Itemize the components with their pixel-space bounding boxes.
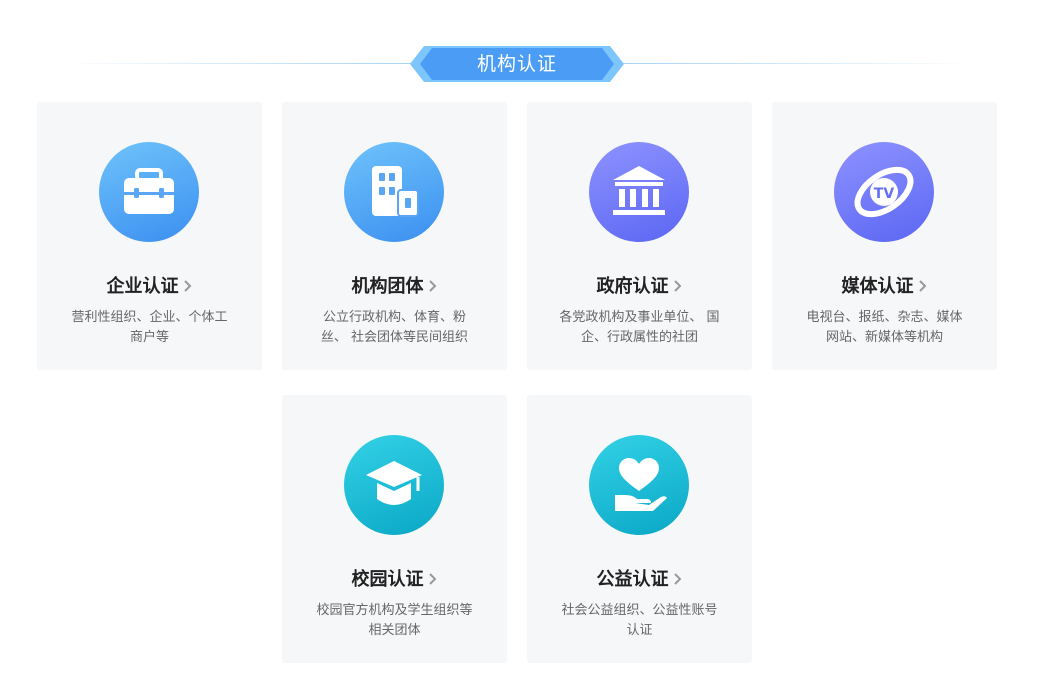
- government-icon-circle: [589, 142, 689, 242]
- graduation-cap-icon: [366, 461, 422, 505]
- card-title: 政府认证: [596, 276, 669, 297]
- card-title-row: 企业认证: [37, 272, 262, 298]
- card-title-row: 校园认证: [282, 565, 507, 591]
- chevron-right-icon: [673, 277, 683, 298]
- card-title: 公益认证: [596, 569, 669, 590]
- svg-text:TV: TV: [874, 186, 895, 202]
- card-enterprise[interactable]: 企业认证 营利性组织、企业、个体工商户等: [37, 102, 262, 370]
- tv-icon: TV: [854, 166, 914, 218]
- briefcase-icon: [124, 168, 174, 214]
- card-media[interactable]: TV 媒体认证 电视台、报纸、杂志、媒体 网站、新媒体等机构: [772, 102, 997, 370]
- header-right-rule: [622, 63, 972, 64]
- card-title: 机构团体: [351, 276, 424, 297]
- chevron-right-icon: [428, 277, 438, 298]
- card-description: 公立行政机构、体育、粉丝、 社会团体等民间组织: [320, 310, 469, 345]
- card-campus[interactable]: 校园认证 校园官方机构及学生组织等 相关团体: [282, 395, 507, 663]
- card-title-row: 媒体认证: [772, 272, 997, 298]
- certification-page: 机构认证 企业认证 营利性组织、企业、个体工商户等 机构团体 公立行政机构、体育…: [0, 0, 1049, 698]
- enterprise-icon-circle: [99, 142, 199, 242]
- card-title: 媒体认证: [841, 276, 914, 297]
- card-description: 社会公益组织、公益性账号认证: [561, 603, 718, 638]
- charity-icon-circle: [589, 435, 689, 535]
- card-description: 电视台、报纸、杂志、媒体 网站、新媒体等机构: [806, 310, 963, 345]
- card-description: 校园官方机构及学生组织等 相关团体: [316, 603, 473, 638]
- card-charity[interactable]: 公益认证 社会公益组织、公益性账号认证: [527, 395, 752, 663]
- card-organization[interactable]: 机构团体 公立行政机构、体育、粉丝、 社会团体等民间组织: [282, 102, 507, 370]
- card-title-row: 政府认证: [527, 272, 752, 298]
- card-government[interactable]: 政府认证 各党政机构及事业单位、 国企、行政属性的社团: [527, 102, 752, 370]
- media-icon-circle: TV: [834, 142, 934, 242]
- building-icon: [372, 166, 419, 217]
- card-title: 企业认证: [106, 276, 179, 297]
- card-description: 各党政机构及事业单位、 国企、行政属性的社团: [559, 310, 720, 345]
- campus-icon-circle: [344, 435, 444, 535]
- chevron-right-icon: [673, 570, 683, 591]
- card-title-row: 公益认证: [527, 565, 752, 591]
- organization-icon-circle: [344, 142, 444, 242]
- government-icon: [613, 166, 665, 215]
- chevron-right-icon: [183, 277, 193, 298]
- card-title: 校园认证: [351, 569, 424, 590]
- section-title-badge: 机构认证: [410, 46, 624, 82]
- header-left-rule: [62, 63, 414, 64]
- chevron-right-icon: [918, 277, 928, 298]
- chevron-right-icon: [428, 570, 438, 591]
- card-description: 营利性组织、企业、个体工商户等: [71, 310, 228, 345]
- card-title-row: 机构团体: [282, 272, 507, 298]
- section-header: 机构认证: [0, 44, 1049, 84]
- heart-hand-icon: [615, 458, 667, 511]
- section-title: 机构认证: [476, 53, 557, 75]
